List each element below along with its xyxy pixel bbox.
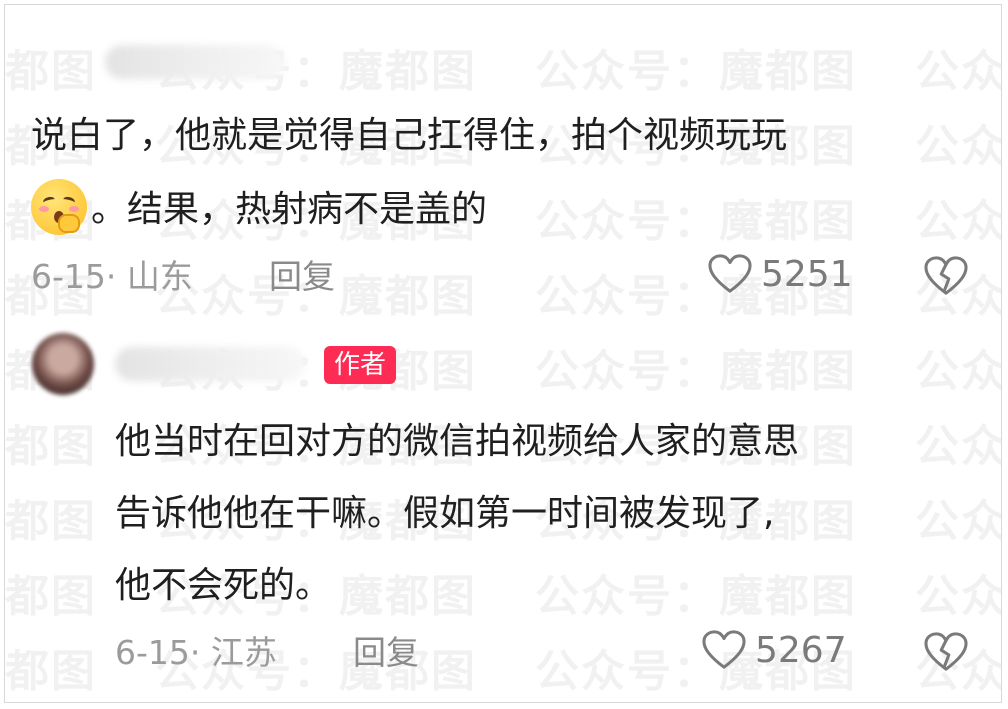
watermark-text: 公众号：魔都图 xyxy=(535,46,857,97)
yawning-face-emoji xyxy=(31,179,87,235)
broken-heart-icon xyxy=(924,256,968,295)
like-button[interactable]: 5267 xyxy=(701,629,847,671)
watermark-text: 公众号：魔都图 xyxy=(915,46,1001,97)
watermark-text: 公众号：魔都图 xyxy=(535,346,857,397)
username-blurred[interactable] xyxy=(115,347,305,381)
author-badge: 作者 xyxy=(324,346,397,384)
watermark-text: 公众号：魔都图 xyxy=(915,196,1001,247)
watermark-text: 公众号：魔都图 xyxy=(4,496,97,547)
watermark-text: 公众号：魔都图 xyxy=(4,646,97,697)
reply-button[interactable]: 回复 xyxy=(269,257,335,297)
heart-outline-icon xyxy=(702,630,746,669)
watermark-text: 公众号：魔都图 xyxy=(915,421,1001,472)
comment-text-line: 告诉他他在干嘛。假如第一时间被发现了, xyxy=(115,493,775,534)
username-blurred[interactable] xyxy=(105,45,285,79)
comment-text-line-with-emoji: 。结果，热射病不是盖的 xyxy=(31,173,487,247)
watermark-text: 公众号：魔都图 xyxy=(535,571,857,622)
avatar[interactable] xyxy=(32,333,94,395)
heart-outline-icon xyxy=(708,254,752,293)
comment-panel: 公众号：魔都图公众号：魔都图公众号：魔都图公众号：魔都图公众号：魔都图公众号：魔… xyxy=(4,4,1002,703)
watermark-text: 公众号：魔都图 xyxy=(4,46,97,97)
comment-text-line: 他当时在回对方的微信拍视频给人家的意思 xyxy=(115,421,800,462)
dislike-button[interactable] xyxy=(923,255,969,301)
comment-date-location: 6-15· 山东 xyxy=(31,257,193,296)
dislike-button[interactable] xyxy=(923,631,969,677)
watermark-text: 公众号：魔都图 xyxy=(915,571,1001,622)
broken-heart-icon xyxy=(924,632,968,671)
like-count: 5251 xyxy=(761,253,853,295)
watermark-text: 公众号：魔都图 xyxy=(4,421,97,472)
watermark-text: 公众号：魔都图 xyxy=(915,121,1001,172)
like-button[interactable]: 5251 xyxy=(707,253,853,295)
watermark-text: 公众号：魔都图 xyxy=(915,496,1001,547)
comment-text-line: 说白了，他就是觉得自己扛得住，拍个视频玩玩 xyxy=(31,115,788,156)
comment-date-location: 6-15· 江苏 xyxy=(115,633,277,672)
comment-text-line: 。结果，热射病不是盖的 xyxy=(91,189,488,230)
reply-button[interactable]: 回复 xyxy=(353,633,419,673)
watermark-text: 公众号：魔都图 xyxy=(535,196,857,247)
watermark-text: 公众号：魔都图 xyxy=(4,571,97,622)
like-count: 5267 xyxy=(755,629,847,671)
comment-text-line: 他不会死的。 xyxy=(115,565,332,606)
watermark-text: 公众号：魔都图 xyxy=(915,346,1001,397)
